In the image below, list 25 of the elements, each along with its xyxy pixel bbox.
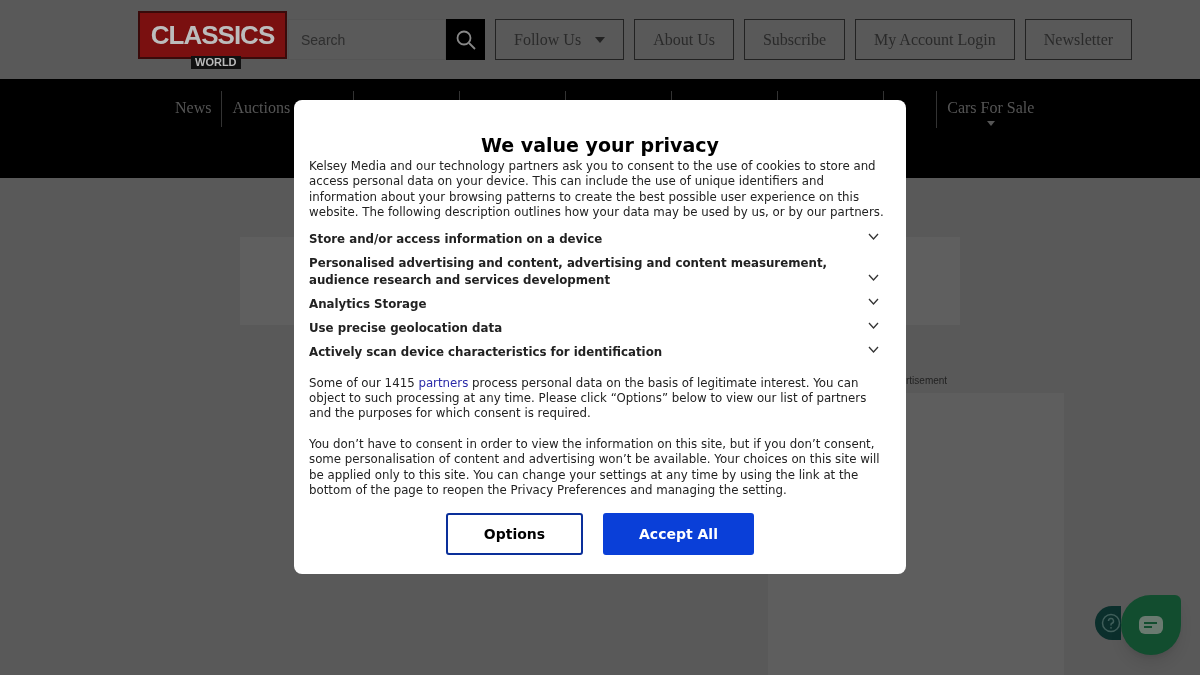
- search-icon: [455, 29, 476, 50]
- options-button[interactable]: Options: [446, 513, 583, 556]
- partners-link[interactable]: partners: [418, 375, 469, 390]
- caret-icon: [595, 36, 606, 43]
- chevron-icon: [868, 274, 879, 282]
- caret-icon: [986, 121, 995, 126]
- intro-paragraph: Kelsey Media and our technology partners ask you to consent to the use of cookies to store and access personal data on your device. This can include the use of unique identifiers and information about your browsing patterns to create the best possible user experience on this website. The following description outlines how your data may be used by us, or by our partners.: [309, 159, 885, 221]
- chevron-icon: [868, 298, 879, 306]
- purpose-item[interactable]: Actively scan device characteristics for identification: [309, 340, 891, 365]
- search-button[interactable]: [446, 19, 485, 60]
- chevron-icon: [868, 346, 879, 354]
- purpose-item[interactable]: Analytics Storage: [309, 292, 891, 317]
- chat-icon: [1138, 615, 1164, 635]
- chevron-icon: [868, 322, 879, 330]
- legitimate-interest-paragraph: Some of our 1415 partners process personal data on the basis of legitimate interest. You can object to such processing at any time. Please click “Options” below to view our list of partners and the purposes for which consent is required.: [309, 375, 868, 422]
- chevron-icon: [868, 233, 879, 241]
- help-icon: [1101, 613, 1121, 633]
- accept-all-button[interactable]: Accept All: [603, 513, 754, 556]
- notice-paragraph: You don’t have to consent in order to view the information on this site, but if you don’t consent, some personalisation of content and advertising won’t be available. Your choices on this site will be applied only to this site. You can change your settings at any time by using the link at the bottom of the page to reopen the Privacy Preferences and managing the setting.: [309, 436, 881, 499]
- purpose-item[interactable]: Personalised advertising and content, advertising and content measurement, audience research and services development: [309, 251, 891, 293]
- chat-button[interactable]: [1121, 595, 1181, 655]
- help-button[interactable]: [1095, 606, 1121, 640]
- purpose-item[interactable]: Store and/or access information on a device: [309, 227, 891, 252]
- purpose-item[interactable]: Use precise geolocation data: [309, 316, 891, 341]
- dialog-title: We value your privacy: [480, 133, 720, 158]
